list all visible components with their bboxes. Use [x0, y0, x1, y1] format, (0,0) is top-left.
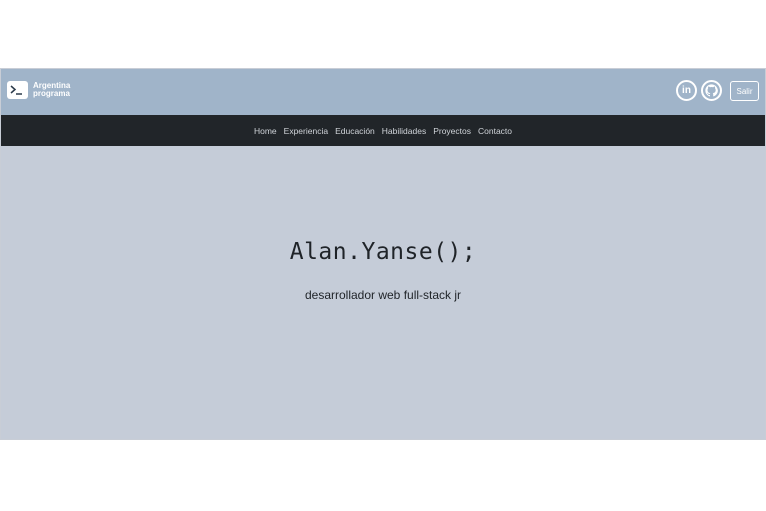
linkedin-icon[interactable]: in — [676, 80, 697, 101]
nav-item-proyectos[interactable]: Proyectos — [433, 126, 471, 136]
github-icon[interactable] — [701, 80, 722, 101]
logo[interactable]: Argentina programa — [7, 81, 70, 99]
terminal-icon — [7, 81, 28, 99]
nav-item-habilidades[interactable]: Habilidades — [382, 126, 426, 136]
hero-subtitle: desarrollador web full-stack jr — [304, 288, 462, 302]
navbar: Home Experiencia Educación Habilidades P… — [1, 115, 765, 146]
nav-item-educacion[interactable]: Educación — [335, 126, 375, 136]
hero-title: Alan.Yanse(); — [289, 239, 477, 265]
hero-section: Alan.Yanse(); desarrollador web full-sta… — [1, 146, 765, 439]
logout-button[interactable]: Salir — [730, 81, 759, 101]
nav-item-contacto[interactable]: Contacto — [478, 126, 512, 136]
logo-line-2: programa — [33, 89, 70, 98]
nav-item-experiencia[interactable]: Experiencia — [284, 126, 328, 136]
header: Argentina programa in Salir — [1, 69, 765, 115]
logo-text: Argentina programa — [33, 82, 70, 98]
nav-item-home[interactable]: Home — [254, 126, 277, 136]
app-window: Argentina programa in Salir Home Experie… — [0, 68, 766, 440]
linkedin-label: in — [682, 84, 691, 96]
